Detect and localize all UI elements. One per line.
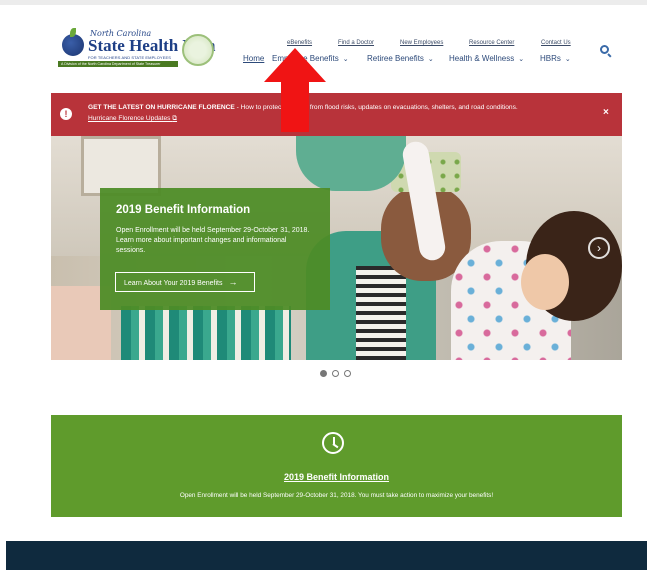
alert-icon: ! <box>60 108 72 120</box>
site-logo[interactable]: North Carolina State Health Plan FOR TEA… <box>58 28 218 70</box>
learn-more-button[interactable]: Learn About Your 2019 Benefits → <box>115 272 255 292</box>
carousel-dot-3[interactable] <box>344 370 351 377</box>
arrow-right-icon: → <box>228 277 238 287</box>
hero-carousel: 2019 Benefit Information Open Enrollment… <box>51 136 622 360</box>
chevron-down-icon: ⌄ <box>564 56 571 63</box>
chevron-down-icon: ⌄ <box>342 56 349 63</box>
search-icon[interactable] <box>600 45 612 58</box>
annotation-arrow-shaft <box>281 81 309 132</box>
globe-logo-icon <box>62 28 84 56</box>
alert-link[interactable]: Hurricane Florence Updates ⧉ <box>88 115 177 123</box>
hero-promo-card: 2019 Benefit Information Open Enrollment… <box>100 188 330 310</box>
nav-health-wellness[interactable]: Health & Wellness ⌄ <box>449 54 524 63</box>
nav-health-wellness-label: Health & Wellness <box>449 54 515 63</box>
external-link-icon: ⧉ <box>172 115 178 122</box>
nav-home[interactable]: Home <box>243 54 264 63</box>
carousel-dots <box>320 370 354 378</box>
banner-title-link[interactable]: 2019 Benefit Information <box>51 472 622 482</box>
hero-photo-blanket <box>121 306 291 360</box>
top-border <box>0 0 647 5</box>
hero-photo-arm <box>296 136 406 191</box>
logo-subbar: A Division of the North Carolina Departm… <box>58 61 178 67</box>
alert-headline: GET THE LATEST ON HURRICANE FLORENCE <box>88 104 235 111</box>
promo-title: 2019 Benefit Information <box>116 204 251 216</box>
chevron-right-icon[interactable]: › <box>588 237 610 259</box>
nav-hbrs-label: HBRs <box>540 54 561 63</box>
alert-close-icon[interactable]: × <box>603 107 609 118</box>
benefit-info-banner: 2019 Benefit Information Open Enrollment… <box>51 415 622 517</box>
logo-subbar-text: A Division of the North Carolina Departm… <box>61 62 161 66</box>
seal-icon <box>182 34 214 66</box>
utility-link-new-employees[interactable]: New Employees <box>400 40 443 46</box>
carousel-dot-1[interactable] <box>320 370 327 377</box>
nav-hbrs[interactable]: HBRs ⌄ <box>540 54 571 63</box>
clock-hand-hour <box>332 443 339 449</box>
footer <box>6 541 647 570</box>
utility-link-resource-center[interactable]: Resource Center <box>469 40 514 46</box>
hurricane-alert: ! GET THE LATEST ON HURRICANE FLORENCE -… <box>51 93 622 136</box>
utility-link-contact-us[interactable]: Contact Us <box>541 40 571 46</box>
chevron-down-icon: ⌄ <box>518 56 525 63</box>
hero-photo-striped-shirt <box>356 266 406 360</box>
hero-photo-window <box>81 136 161 196</box>
logo-tagline: FOR TEACHERS AND STATE EMPLOYEES <box>88 55 171 60</box>
utility-link-ebenefits[interactable]: eBenefits <box>287 40 312 46</box>
utility-link-find-a-doctor[interactable]: Find a Doctor <box>338 40 374 46</box>
nav-retiree-benefits-label: Retiree Benefits <box>367 54 424 63</box>
hero-photo-girl-face <box>521 254 569 310</box>
annotation-arrow-icon <box>264 48 326 132</box>
clock-icon <box>322 432 344 454</box>
alert-link-label: Hurricane Florence Updates <box>88 115 171 122</box>
banner-body: Open Enrollment will be held September 2… <box>179 492 494 499</box>
carousel-dot-2[interactable] <box>332 370 339 377</box>
chevron-down-icon: ⌄ <box>427 56 434 63</box>
promo-body: Open Enrollment will be held September 2… <box>116 227 310 254</box>
search-icon-handle <box>607 53 612 58</box>
nav-retiree-benefits[interactable]: Retiree Benefits ⌄ <box>367 54 434 63</box>
learn-more-button-label: Learn About Your 2019 Benefits <box>124 280 223 287</box>
annotation-arrow-head <box>264 48 326 82</box>
